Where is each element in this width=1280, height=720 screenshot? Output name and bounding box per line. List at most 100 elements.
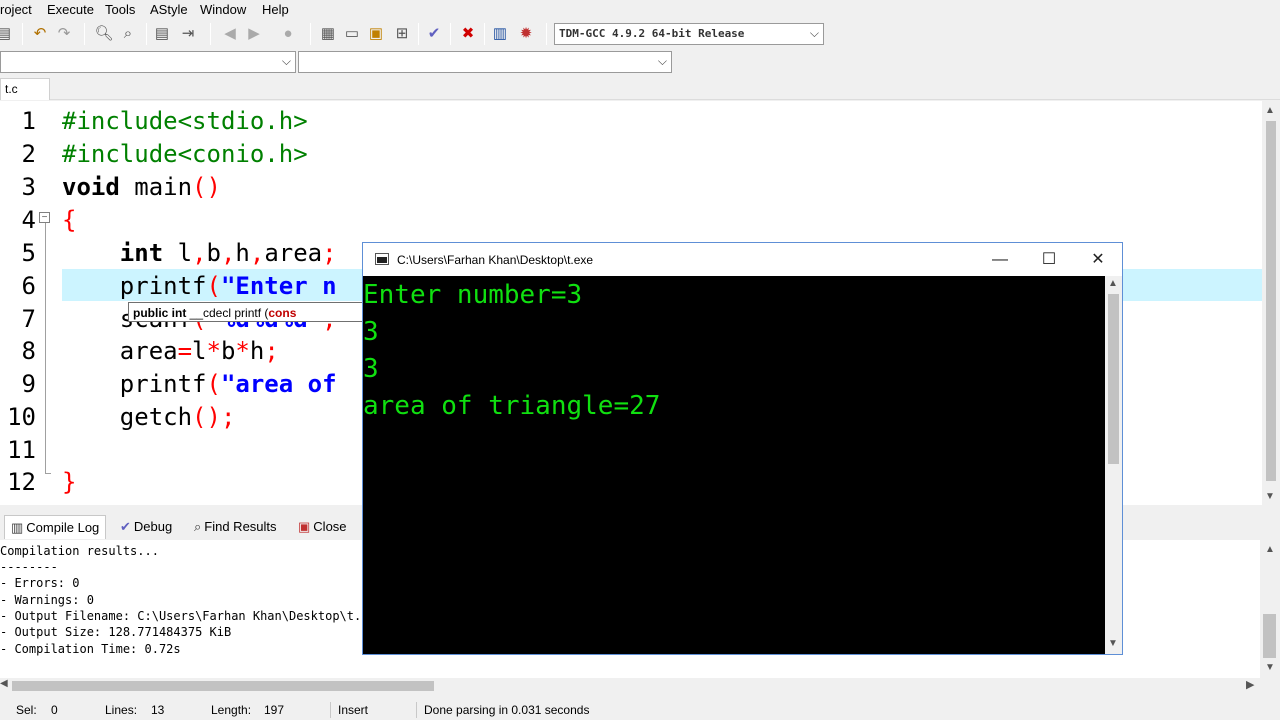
class-select[interactable]: ⌵ [0,51,296,73]
scroll-thumb[interactable] [1108,294,1119,464]
log-line: - Output Size: 128.771484375 KiB [0,625,232,639]
check-icon: ✔ [120,519,131,534]
menu-project[interactable]: roject [0,2,32,17]
code-token: , [220,239,236,267]
check-icon[interactable]: ✔ [424,24,444,44]
minimize-button[interactable]: — [977,247,1023,273]
stop-icon[interactable]: ● [278,24,298,44]
replace-icon[interactable]: ⌕ [118,24,138,44]
scroll-thumb[interactable] [1266,121,1276,481]
bookmark-prev-icon[interactable]: ◀ [220,24,240,44]
console-titlebar[interactable]: C:\Users\Farhan Khan\Desktop\t.exe — ☐ ✕ [363,243,1122,276]
window-close-button[interactable]: ✕ [1075,247,1121,273]
indent-icon[interactable]: ⇥ [178,24,198,44]
scroll-up-icon[interactable]: ▲ [1108,278,1118,289]
class-toolbar: ⌵ ⌵ [0,48,1280,76]
bookmark-next-icon[interactable]: ▶ [244,24,264,44]
code-line: void main() [62,173,221,201]
chevron-down-icon[interactable]: ⌵ [282,54,291,69]
grid-icon[interactable]: ⊞ [392,24,412,44]
log-horizontal-scrollbar[interactable]: ◀ [0,678,1260,694]
scroll-left-icon[interactable]: ◀ [0,678,8,689]
close-icon[interactable]: ✖ [458,24,478,44]
toolbar-separator [84,23,85,45]
scroll-up-icon[interactable]: ▲ [1265,544,1275,555]
scroll-down-icon[interactable]: ▼ [1265,491,1275,502]
code-token: printf [62,370,207,398]
new-project-icon[interactable]: ▦ [318,24,338,44]
compiler-select[interactable]: TDM-GCC 4.9.2 64-bit Release ⌵ [554,23,824,45]
fold-guide [45,223,46,473]
code-token: ( [206,272,221,300]
menu-bar: roject Execute Tools AStyle Window Help [0,0,1280,20]
code-line: area=l*b*h; [62,337,279,365]
scroll-up-icon[interactable]: ▲ [1265,105,1275,116]
compiler-select-value: TDM-GCC 4.9.2 64-bit Release [559,27,745,40]
line-number: 12 [7,468,36,496]
redo-icon[interactable]: ↷ [54,24,74,44]
scroll-thumb[interactable] [12,681,434,691]
code-line: int l,b,h,area; [62,239,337,267]
lines-label: Lines: [105,703,138,717]
code-line: printf("area of [62,370,337,398]
chart-icon[interactable]: ▥ [490,24,510,44]
line-number: 2 [21,140,36,168]
code-token: h [249,337,265,365]
console-line: 3 [363,317,379,347]
code-token: l [163,239,193,267]
line-number: 11 [7,436,36,464]
undo-icon[interactable]: ↶ [30,24,50,44]
menu-execute[interactable]: Execute [47,2,94,17]
scroll-right-icon[interactable]: ▶ [1246,678,1254,691]
menu-tools[interactable]: Tools [105,2,135,17]
save-all-icon[interactable]: ▤ [0,24,14,44]
tab-debug[interactable]: ✔ Debug [114,515,178,539]
console-window[interactable]: C:\Users\Farhan Khan\Desktop\t.exe — ☐ ✕… [362,242,1123,655]
member-select[interactable]: ⌵ [298,51,672,73]
editor-vertical-scrollbar[interactable]: ▲ ▼ [1262,101,1280,505]
code-line: #include<conio.h> [62,140,308,168]
line-number: 9 [21,370,36,398]
menu-astyle[interactable]: AStyle [150,2,188,17]
length-label: Length: [211,703,252,717]
line-number-gutter: 1 2 3 4 5 6 7 8 9 10 11 12 [0,101,44,505]
code-token: h [235,239,250,267]
line-number: 3 [21,173,36,201]
console-vertical-scrollbar[interactable]: ▲ ▼ [1105,276,1122,654]
file-tab[interactable]: t.c [0,78,50,100]
scroll-thumb[interactable] [1263,614,1276,658]
lines-value: 13 [151,703,165,717]
status-message: Done parsing in 0.031 seconds [424,703,590,717]
code-token: (); [192,403,236,431]
code-token: ; [322,239,337,267]
window-icon[interactable]: ▭ [342,24,362,44]
main-toolbar: ▤ ↶ ↷ 🔍︎ ⌕ ▤ ⇥ ◀ ▶ ● ▦ ▭ ▣ ⊞ ✔ ✖ ▥ ✹ TDM… [0,20,1280,48]
tab-label: Close [313,519,347,534]
console-output[interactable]: Enter number=3 3 3 area of triangle=27 [363,276,1105,654]
code-token: ( [206,370,221,398]
class-icon[interactable]: ▣ [366,24,386,44]
chevron-down-icon[interactable]: ⌵ [658,54,667,69]
tab-find-results[interactable]: ⌕ Find Results [188,515,283,539]
tab-label: Debug [133,519,173,534]
code-token: ; [264,337,279,365]
code-token: main [119,173,193,201]
fold-collapse-icon[interactable]: − [39,212,50,223]
menu-help[interactable]: Help [262,2,289,17]
code-token: * [206,337,221,365]
tab-close[interactable]: ▣ Close [292,515,353,539]
scroll-down-icon[interactable]: ▼ [1108,638,1118,649]
console-line: Enter number=3 [363,280,583,310]
scroll-down-icon[interactable]: ▼ [1265,662,1275,673]
code-token: l [192,337,207,365]
goto-icon[interactable]: ▤ [152,24,172,44]
line-number: 1 [21,107,36,135]
console-line: area of triangle=27 [363,391,661,421]
find-icon[interactable]: 🔍︎ [94,24,114,44]
chevron-down-icon[interactable]: ⌵ [810,26,819,41]
menu-window[interactable]: Window [200,2,246,17]
tab-compile-log[interactable]: ▥ Compile Log [4,515,107,539]
profile-icon[interactable]: ✹ [516,24,536,44]
maximize-button[interactable]: ☐ [1026,247,1072,273]
log-vertical-scrollbar[interactable]: ▲ ▼ [1260,540,1280,678]
